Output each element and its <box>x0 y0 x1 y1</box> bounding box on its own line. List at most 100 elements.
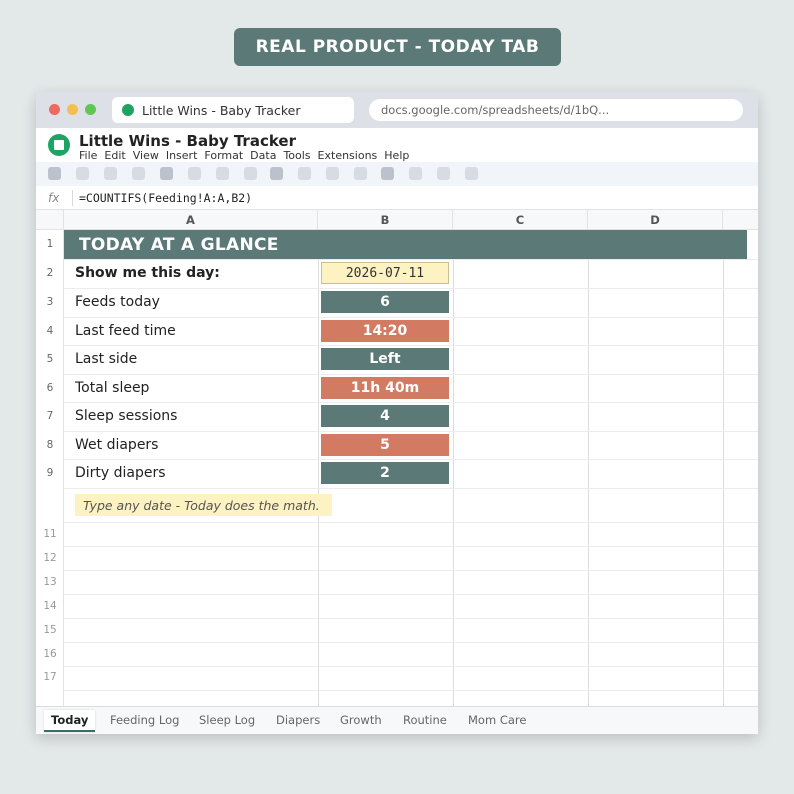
menu-format[interactable]: Format <box>204 149 243 162</box>
toolbar-button[interactable] <box>132 167 145 180</box>
row-divider <box>64 618 758 619</box>
row-header-2[interactable]: 2 <box>36 267 64 279</box>
row-header-17[interactable]: 17 <box>36 671 64 683</box>
sheet-tab-bar: Today Feeding Log Sleep Log Diapers Grow… <box>36 706 758 734</box>
row-header-8[interactable]: 8 <box>36 439 64 451</box>
metric-label-sleep-sessions[interactable]: Sleep sessions <box>75 408 177 424</box>
metric-value-total-sleep[interactable]: 11h 40m <box>321 377 449 399</box>
toolbar-button[interactable] <box>326 167 339 180</box>
sheet-tab-growth[interactable]: Growth <box>340 713 382 727</box>
address-bar[interactable]: docs.google.com/spreadsheets/d/1bQ... <box>369 99 743 121</box>
toolbar-button[interactable] <box>270 167 283 180</box>
row-divider <box>64 374 758 375</box>
row-header-7[interactable]: 7 <box>36 410 64 422</box>
row-divider <box>64 317 758 318</box>
close-window-button[interactable] <box>49 104 60 115</box>
menu-data[interactable]: Data <box>250 149 276 162</box>
menu-help[interactable]: Help <box>384 149 409 162</box>
column-header-d[interactable]: D <box>588 210 723 230</box>
maximize-window-button[interactable] <box>85 104 96 115</box>
toolbar-button[interactable] <box>381 167 394 180</box>
row-header-1[interactable]: 1 <box>36 238 64 250</box>
row-divider <box>64 570 758 571</box>
date-input-cell[interactable]: 2026-07-11 <box>321 262 449 284</box>
sheet-tab-today[interactable]: Today <box>44 710 96 732</box>
metric-value-sleep-sessions[interactable]: 4 <box>321 405 449 427</box>
column-header-c[interactable]: C <box>453 210 588 230</box>
row-divider <box>64 288 758 289</box>
select-all-corner[interactable] <box>36 210 64 230</box>
browser-chrome: Little Wins - Baby Tracker docs.google.c… <box>36 92 758 128</box>
row-divider <box>64 594 758 595</box>
row-divider <box>64 402 758 403</box>
toolbar-button[interactable] <box>354 167 367 180</box>
row-header-4[interactable]: 4 <box>36 325 64 337</box>
minimize-window-button[interactable] <box>67 104 78 115</box>
metric-value-last-feed-time[interactable]: 14:20 <box>321 320 449 342</box>
formula-bar: fx =COUNTIFS(Feeding!A:A,B2) <box>36 186 758 210</box>
metric-label-wet-diapers[interactable]: Wet diapers <box>75 437 158 453</box>
row-header-13[interactable]: 13 <box>36 576 64 588</box>
row-header-3[interactable]: 3 <box>36 296 64 308</box>
sheet-tab-feeding-log[interactable]: Feeding Log <box>110 713 179 727</box>
metric-label-last-side[interactable]: Last side <box>75 351 137 367</box>
metric-value-dirty-diapers[interactable]: 2 <box>321 462 449 484</box>
menu-extensions[interactable]: Extensions <box>318 149 378 162</box>
toolbar-button[interactable] <box>76 167 89 180</box>
toolbar-button[interactable] <box>188 167 201 180</box>
toolbar-button[interactable] <box>216 167 229 180</box>
hint-note-cell[interactable]: Type any date - Today does the math. <box>75 494 332 516</box>
metric-label-feeds-today[interactable]: Feeds today <box>75 294 160 310</box>
row-header-6[interactable]: 6 <box>36 382 64 394</box>
sheets-favicon-icon <box>122 104 134 116</box>
column-header-b[interactable]: B <box>318 210 453 230</box>
metric-label-last-feed-time[interactable]: Last feed time <box>75 323 176 339</box>
toolbar-button[interactable] <box>465 167 478 180</box>
document-title[interactable]: Little Wins - Baby Tracker <box>79 132 296 150</box>
row-header-5[interactable]: 5 <box>36 353 64 365</box>
toolbar-button[interactable] <box>437 167 450 180</box>
browser-tab-title: Little Wins - Baby Tracker <box>142 102 301 118</box>
menu-edit[interactable]: Edit <box>104 149 125 162</box>
toolbar-button[interactable] <box>160 167 173 180</box>
metric-label-dirty-diapers[interactable]: Dirty diapers <box>75 465 166 481</box>
menu-bar: File Edit View Insert Format Data Tools … <box>79 149 409 162</box>
fx-label: fx <box>48 191 60 205</box>
header-banner: REAL PRODUCT - TODAY TAB <box>234 28 561 66</box>
row-header-11[interactable]: 11 <box>36 528 64 540</box>
toolbar-button[interactable] <box>48 167 61 180</box>
row-divider <box>64 459 758 460</box>
row-header-16[interactable]: 16 <box>36 648 64 660</box>
row-divider <box>64 666 758 667</box>
sheet-tab-sleep-log[interactable]: Sleep Log <box>199 713 255 727</box>
metric-value-feeds-today[interactable]: 6 <box>321 291 449 313</box>
menu-view[interactable]: View <box>133 149 159 162</box>
sheet-tab-routine[interactable]: Routine <box>403 713 447 727</box>
metric-label-total-sleep[interactable]: Total sleep <box>75 380 149 396</box>
date-label-cell[interactable]: Show me this day: <box>75 265 220 281</box>
formula-input[interactable]: =COUNTIFS(Feeding!A:A,B2) <box>79 191 252 205</box>
browser-window: Little Wins - Baby Tracker docs.google.c… <box>36 92 758 734</box>
toolbar-button[interactable] <box>244 167 257 180</box>
address-bar-url: docs.google.com/spreadsheets/d/1bQ... <box>381 103 610 117</box>
menu-file[interactable]: File <box>79 149 97 162</box>
menu-tools[interactable]: Tools <box>283 149 310 162</box>
row-header-15[interactable]: 15 <box>36 624 64 636</box>
metric-value-wet-diapers[interactable]: 5 <box>321 434 449 456</box>
row-header-9[interactable]: 9 <box>36 467 64 479</box>
browser-tab[interactable]: Little Wins - Baby Tracker <box>112 97 354 123</box>
sheet-title-cell[interactable]: TODAY AT A GLANCE <box>64 230 747 259</box>
toolbar-button[interactable] <box>298 167 311 180</box>
column-header-a[interactable]: A <box>64 210 318 230</box>
sheets-logo-icon[interactable] <box>48 134 70 156</box>
menu-insert[interactable]: Insert <box>166 149 198 162</box>
toolbar-button[interactable] <box>104 167 117 180</box>
row-header-14[interactable]: 14 <box>36 600 64 612</box>
row-header-12[interactable]: 12 <box>36 552 64 564</box>
column-divider <box>588 230 589 706</box>
toolbar-button[interactable] <box>409 167 422 180</box>
metric-value-last-side[interactable]: Left <box>321 348 449 370</box>
column-divider <box>318 230 319 706</box>
sheet-tab-diapers[interactable]: Diapers <box>276 713 320 727</box>
sheet-tab-mom-care[interactable]: Mom Care <box>468 713 526 727</box>
